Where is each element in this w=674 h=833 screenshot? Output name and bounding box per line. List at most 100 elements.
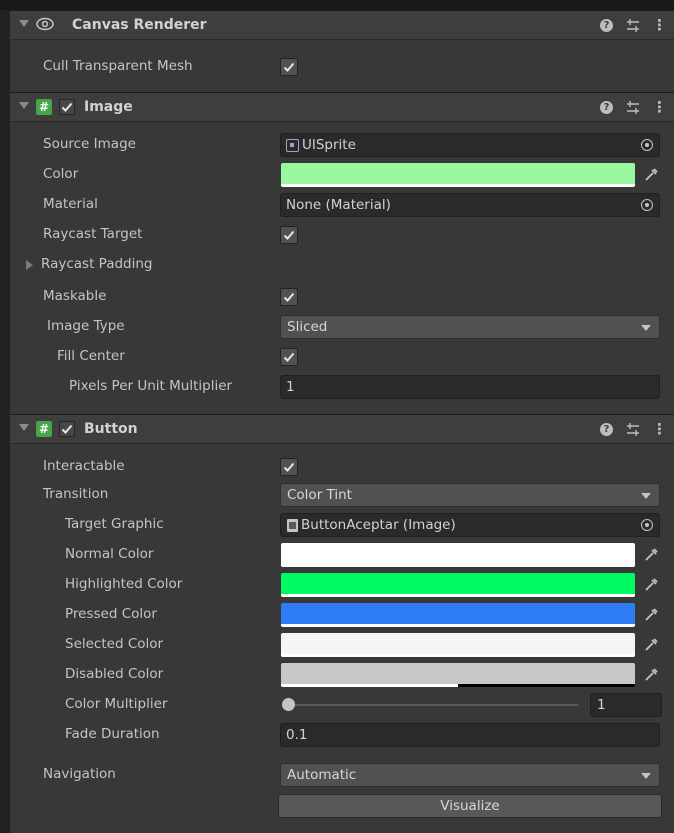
fold-arrow-icon[interactable]: [19, 20, 29, 27]
highlighted-color-swatch[interactable]: [281, 573, 635, 597]
eyedropper-icon[interactable]: [643, 167, 659, 183]
property-label: Highlighted Color: [65, 576, 183, 592]
property-interactable: Interactable: [10, 452, 674, 482]
chevron-down-icon: [641, 325, 651, 331]
pixels-per-unit-input[interactable]: 1: [280, 375, 660, 399]
script-icon: #: [36, 421, 52, 437]
alpha-bar: [281, 624, 635, 627]
image-type-dropdown[interactable]: Sliced: [280, 315, 660, 339]
interactable-checkbox[interactable]: [280, 458, 298, 476]
normal-color-swatch[interactable]: [281, 543, 635, 567]
navigation-value: Automatic: [287, 767, 357, 783]
visualize-row: Visualize: [10, 790, 674, 820]
property-label: Raycast Target: [43, 226, 143, 242]
button-enabled-checkbox[interactable]: [59, 421, 75, 437]
property-pressed-color: Pressed Color: [10, 600, 674, 630]
object-picker-icon[interactable]: [641, 519, 653, 531]
chevron-down-icon: [641, 773, 651, 779]
selected-color-swatch[interactable]: [281, 633, 635, 657]
material-field[interactable]: None (Material): [280, 193, 660, 217]
property-cull-transparent-mesh: Cull Transparent Mesh: [10, 52, 674, 82]
component-header-canvas-renderer[interactable]: Canvas Renderer ? ⋮: [10, 10, 674, 40]
cull-transparent-mesh-checkbox[interactable]: [280, 58, 298, 76]
property-color: Color: [10, 160, 674, 190]
eyedropper-icon[interactable]: [643, 607, 659, 623]
fold-arrow-icon[interactable]: [19, 102, 29, 109]
object-picker-icon[interactable]: [641, 139, 653, 151]
property-selected-color: Selected Color: [10, 630, 674, 660]
property-raycast-target: Raycast Target: [10, 220, 674, 250]
fill-center-checkbox[interactable]: [280, 348, 298, 366]
source-image-field[interactable]: UISprite: [280, 133, 660, 157]
property-label: Disabled Color: [65, 666, 164, 682]
image-type-value: Sliced: [287, 319, 328, 335]
raycast-target-checkbox[interactable]: [280, 226, 298, 244]
target-graphic-value: ButtonAceptar (Image): [301, 517, 456, 533]
transition-dropdown[interactable]: Color Tint: [280, 483, 660, 507]
property-label: Cull Transparent Mesh: [43, 58, 193, 74]
context-menu-icon[interactable]: ⋮: [652, 420, 667, 438]
property-label: Pressed Color: [65, 606, 157, 622]
pressed-color-swatch[interactable]: [281, 603, 635, 627]
property-target-graphic: Target Graphic ButtonAceptar (Image): [10, 510, 674, 540]
color-swatch[interactable]: [281, 163, 635, 187]
property-label: Fill Center: [57, 348, 125, 364]
component-header-image[interactable]: # Image ? ⋮: [10, 92, 674, 122]
checkmark-icon: [283, 62, 295, 72]
color-multiplier-input[interactable]: 1: [590, 693, 662, 717]
property-label: Source Image: [43, 136, 136, 152]
chevron-down-icon: [641, 493, 651, 499]
eyedropper-icon[interactable]: [643, 547, 659, 563]
visualize-button[interactable]: Visualize: [278, 794, 662, 818]
property-normal-color: Normal Color: [10, 540, 674, 570]
property-label: Color: [43, 166, 79, 182]
presets-icon[interactable]: [626, 16, 640, 34]
component-title: Image: [84, 99, 133, 115]
fade-duration-value: 0.1: [286, 727, 308, 743]
property-label: Maskable: [43, 288, 107, 304]
component-header-button[interactable]: # Button ? ⋮: [10, 414, 674, 444]
material-value: None (Material): [286, 197, 391, 213]
help-icon[interactable]: ?: [600, 98, 614, 116]
ppu-value: 1: [286, 379, 295, 395]
maskable-checkbox[interactable]: [280, 288, 298, 306]
property-label: Target Graphic: [65, 516, 164, 532]
presets-icon[interactable]: [626, 420, 640, 438]
property-raycast-padding[interactable]: Raycast Padding: [10, 250, 674, 280]
property-disabled-color: Disabled Color: [10, 660, 674, 690]
disabled-color-swatch[interactable]: [281, 663, 635, 687]
object-picker-icon[interactable]: [641, 199, 653, 211]
property-navigation: Navigation Automatic: [10, 760, 674, 790]
checkmark-icon: [61, 102, 73, 112]
component-title: Canvas Renderer: [72, 17, 207, 33]
property-label: Fade Duration: [65, 726, 160, 742]
target-graphic-field[interactable]: ButtonAceptar (Image): [280, 513, 660, 537]
presets-icon[interactable]: [626, 98, 640, 116]
property-material: Material None (Material): [10, 190, 674, 220]
help-icon[interactable]: ?: [600, 16, 614, 34]
expand-arrow-icon[interactable]: [26, 260, 33, 270]
property-color-multiplier: Color Multiplier 1: [10, 690, 674, 720]
alpha-bar: [281, 184, 635, 187]
property-label: Normal Color: [65, 546, 154, 562]
alpha-bar: [281, 564, 635, 567]
help-icon[interactable]: ?: [600, 420, 614, 438]
image-enabled-checkbox[interactable]: [59, 99, 75, 115]
eyedropper-icon[interactable]: [643, 637, 659, 653]
alpha-bar: [281, 654, 635, 657]
context-menu-icon[interactable]: ⋮: [652, 16, 667, 34]
fade-duration-input[interactable]: 0.1: [280, 723, 660, 747]
property-maskable: Maskable: [10, 282, 674, 312]
slider-handle[interactable]: [282, 698, 295, 711]
color-multiplier-slider[interactable]: [288, 704, 578, 706]
component-title: Button: [84, 421, 138, 437]
eye-icon: [36, 17, 54, 31]
eyedropper-icon[interactable]: [643, 577, 659, 593]
property-source-image: Source Image UISprite: [10, 130, 674, 160]
eyedropper-icon[interactable]: [643, 667, 659, 683]
sprite-icon: [286, 139, 299, 152]
context-menu-icon[interactable]: ⋮: [652, 98, 667, 116]
fold-arrow-icon[interactable]: [19, 424, 29, 431]
image-component-icon: [287, 519, 298, 532]
navigation-dropdown[interactable]: Automatic: [280, 763, 660, 787]
